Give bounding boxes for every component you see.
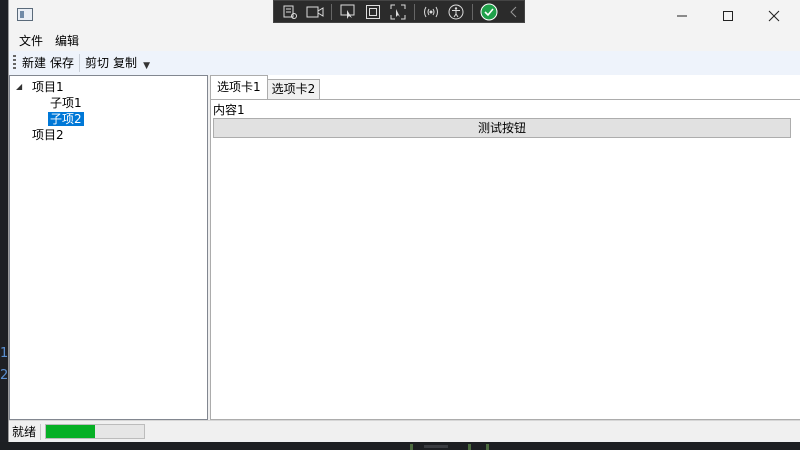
content-label: 内容1 [213,103,245,117]
tab-1[interactable]: 选项卡1 [210,75,268,99]
tree-view[interactable]: ◢ 项目1 子项1 子项2 项目2 [9,75,208,420]
save-button[interactable]: 保存 [48,53,76,73]
new-button[interactable]: 新建 [20,53,48,73]
status-separator [40,423,42,440]
copy-button[interactable]: 复制 [111,53,139,73]
menu-file[interactable]: 文件 [13,31,49,51]
tree-item-label: 项目1 [32,80,64,94]
app-window: 文件 编辑 新建 保存 剪切 复制 ▼ ◢ 项目1 子项1 子项2 项目2 选项… [8,0,800,442]
tab-panel: 内容1 测试按钮 [210,99,800,420]
close-icon [768,10,780,21]
test-button[interactable]: 测试按钮 [213,118,791,138]
xaml-debug-toolbar [273,0,525,23]
display-layout-icon[interactable] [363,2,384,22]
status-text: 就绪 [12,424,37,439]
menu-bar: 文件 编辑 [9,31,800,51]
tree-item-project2[interactable]: 项目2 [30,127,66,143]
accessibility-icon[interactable] [445,2,466,22]
record-icon[interactable] [305,2,326,22]
tree-item-label: 项目2 [32,128,64,142]
content-area: 选项卡1 选项卡2 内容1 测试按钮 [210,75,800,420]
menu-edit[interactable]: 编辑 [49,31,85,51]
status-bar: 就绪 [9,420,800,442]
tree-item-child2[interactable]: 子项2 [48,111,84,127]
tab-strip: 选项卡1 选项卡2 [210,75,321,99]
cut-button[interactable]: 剪切 [83,53,111,73]
visual-tree-icon[interactable] [280,2,301,22]
background-number: 1 [0,346,9,361]
expanded-arrow-icon[interactable]: ◢ [16,79,26,95]
track-focus-icon[interactable] [387,2,408,22]
tree-item-project1[interactable]: ◢ 项目1 [16,79,66,95]
hot-reload-icon[interactable] [421,2,442,22]
progress-bar [45,424,146,439]
collapse-icon[interactable] [503,2,524,22]
taskbar-fragment [0,442,800,450]
toolbar-overflow-icon[interactable]: ▼ [143,48,150,78]
tree-item-label: 子项1 [50,96,82,110]
toolbar-grip[interactable] [13,55,16,71]
maximize-icon [723,10,733,21]
app-icon [17,8,33,21]
tree-item-label: 子项2 [48,112,84,126]
background-line-numbers: 1 2 [0,343,8,387]
progress-fill [46,425,96,438]
toolbar-separator [79,54,81,72]
toolbar: 新建 保存 剪切 复制 ▼ [9,51,800,75]
maximize-button[interactable] [705,0,751,31]
background-number: 2 [0,368,9,383]
close-button[interactable] [751,0,797,31]
minimize-button[interactable] [659,0,705,31]
check-icon[interactable] [479,2,500,22]
minimize-icon [677,15,687,16]
select-element-icon[interactable] [338,2,359,22]
tab-2[interactable]: 选项卡2 [266,79,321,99]
tree-item-child1[interactable]: 子项1 [48,95,84,111]
